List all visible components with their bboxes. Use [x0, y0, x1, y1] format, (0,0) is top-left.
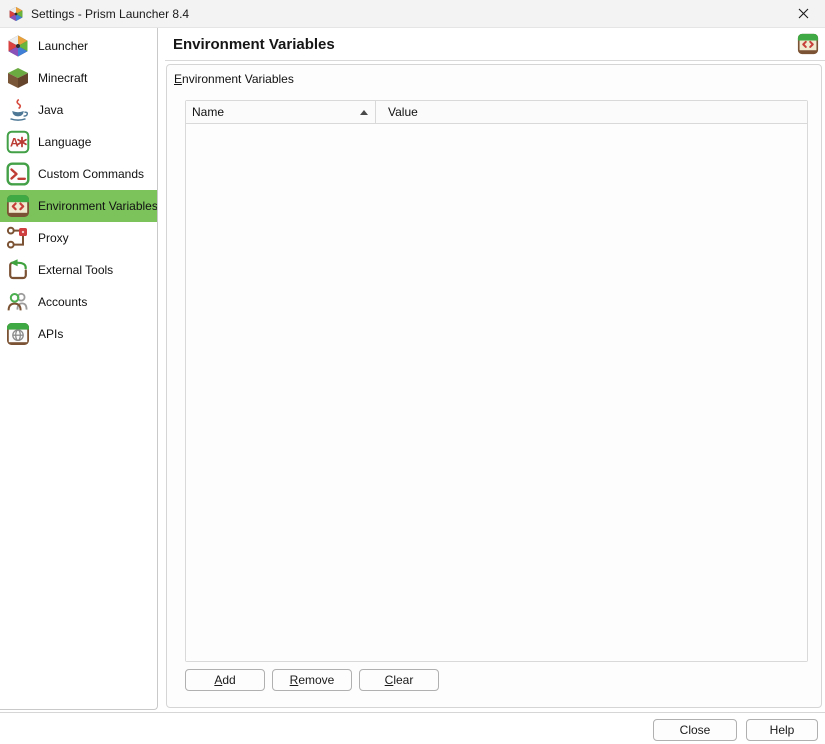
sidebar-item-label: Launcher: [38, 39, 88, 53]
sidebar-item-label: APIs: [38, 327, 63, 341]
sidebar-item-apis[interactable]: APIs: [0, 318, 157, 350]
sidebar-item-java[interactable]: Java: [0, 94, 157, 126]
java-cup-icon: [6, 98, 30, 122]
sidebar-item-label: Accounts: [38, 295, 87, 309]
table-header-row: Name Value: [186, 101, 807, 124]
column-header-label: Value: [388, 105, 418, 119]
language-translate-icon: A: [6, 130, 30, 154]
page-title: Environment Variables: [173, 36, 335, 53]
footer-separator: [0, 712, 825, 713]
code-brackets-icon: [797, 33, 819, 55]
sidebar-item-external-tools[interactable]: External Tools: [0, 254, 157, 286]
sidebar-item-proxy[interactable]: Proxy: [0, 222, 157, 254]
window-close-button[interactable]: [781, 0, 825, 28]
groupbox-title: Environment Variables: [174, 72, 294, 86]
close-icon: [798, 8, 809, 19]
proxy-network-icon: [6, 226, 30, 250]
sidebar-item-launcher[interactable]: Launcher: [0, 30, 157, 62]
page-header: Environment Variables: [165, 28, 825, 61]
environment-variables-groupbox: Environment Variables Name Value Add Rem…: [166, 64, 822, 708]
sidebar-item-custom-commands[interactable]: Custom Commands: [0, 158, 157, 190]
column-header-name[interactable]: Name: [186, 101, 376, 123]
sidebar-item-label: Environment Variables: [38, 199, 158, 213]
clear-button[interactable]: Clear: [359, 669, 439, 691]
environment-variables-table: Name Value: [185, 100, 808, 662]
add-button[interactable]: Add: [185, 669, 265, 691]
close-button[interactable]: Close: [653, 719, 737, 741]
window-title: Settings - Prism Launcher 8.4: [31, 7, 189, 21]
svg-text:A: A: [10, 136, 19, 150]
sidebar-item-label: Java: [38, 103, 63, 117]
settings-sidebar: Launcher Minecraft Java A Language: [0, 28, 158, 710]
minecraft-grass-block-icon: [6, 66, 30, 90]
external-tools-arrow-icon: [6, 258, 30, 282]
dialog-button-box: Close Help: [0, 719, 825, 741]
sort-ascending-icon: [360, 110, 368, 115]
sidebar-item-label: Proxy: [38, 231, 69, 245]
help-button[interactable]: Help: [746, 719, 818, 741]
column-header-value[interactable]: Value: [376, 101, 807, 123]
prism-logo-icon: [8, 6, 24, 22]
terminal-prompt-icon: [6, 162, 30, 186]
sidebar-item-minecraft[interactable]: Minecraft: [0, 62, 157, 94]
sidebar-item-label: External Tools: [38, 263, 113, 277]
sidebar-item-language[interactable]: A Language: [0, 126, 157, 158]
remove-button[interactable]: Remove: [272, 669, 352, 691]
sidebar-item-environment-variables[interactable]: Environment Variables: [0, 190, 157, 222]
prism-logo-icon: [6, 34, 30, 58]
titlebar: Settings - Prism Launcher 8.4: [0, 0, 825, 28]
accounts-people-icon: [6, 290, 30, 314]
code-brackets-icon: [6, 194, 30, 218]
table-action-buttons: Add Remove Clear: [185, 669, 439, 691]
globe-icon: [6, 322, 30, 346]
sidebar-item-label: Language: [38, 135, 91, 149]
table-body-empty: [186, 124, 807, 661]
sidebar-item-label: Custom Commands: [38, 167, 144, 181]
sidebar-item-label: Minecraft: [38, 71, 87, 85]
column-header-label: Name: [192, 105, 224, 119]
sidebar-item-accounts[interactable]: Accounts: [0, 286, 157, 318]
